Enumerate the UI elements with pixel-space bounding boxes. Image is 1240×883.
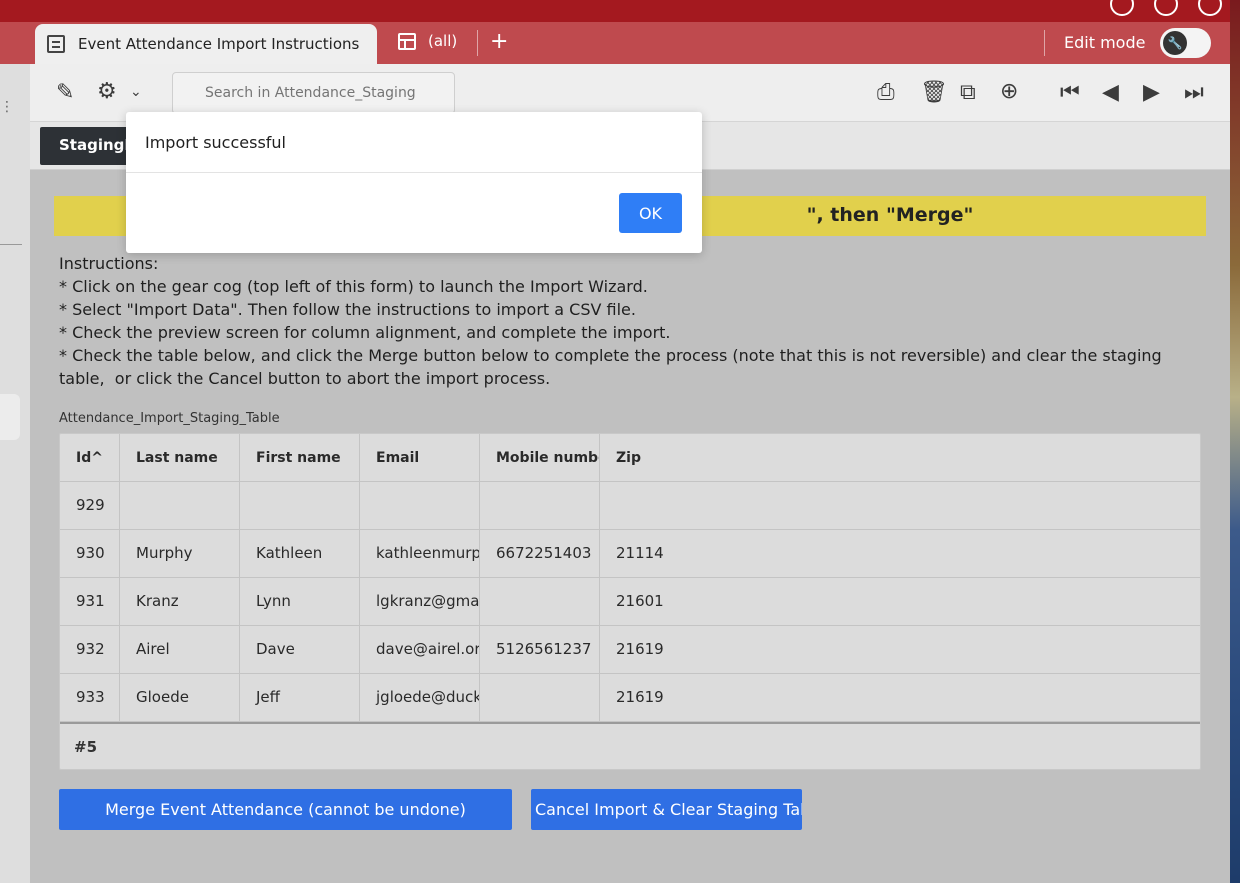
cell-mobile-number: 5126561237	[480, 626, 600, 674]
settings-icon[interactable]	[1110, 0, 1134, 16]
table-row[interactable]: 933 Gloede Jeff jgloede@duck 21619	[60, 674, 1200, 722]
edit-mode-label: Edit mode	[1064, 33, 1146, 52]
next-record-icon[interactable]: ▶	[1143, 81, 1160, 105]
cell-first-name	[240, 482, 360, 530]
previous-record-icon[interactable]: ◀	[1102, 81, 1119, 105]
duplicate-icon[interactable]: ⧉	[960, 81, 976, 105]
cancel-import-button[interactable]: Cancel Import & Clear Staging Table	[531, 789, 802, 830]
form-icon	[47, 35, 65, 53]
add-tab-button[interactable]: +	[490, 29, 508, 54]
column-header-email[interactable]: Email	[360, 434, 480, 482]
trash-icon[interactable]: 🗑	[920, 81, 948, 105]
cell-last-name: Gloede	[120, 674, 240, 722]
tab-all-label: (all)	[428, 32, 458, 50]
help-icon[interactable]	[1154, 0, 1178, 16]
instructions-text: Instructions: * Click on the gear cog (t…	[59, 254, 1162, 388]
gear-icon[interactable]: ⚙	[97, 80, 117, 104]
cell-zip: 21619	[616, 640, 664, 658]
cell-mobile-number	[480, 578, 600, 626]
cell-email: kathleenmurphy	[360, 530, 480, 578]
cell-id: 932	[60, 626, 120, 674]
cell-email	[360, 482, 480, 530]
column-header-last-name[interactable]: Last name	[120, 434, 240, 482]
merge-event-attendance-button[interactable]: Merge Event Attendance (cannot be undone…	[59, 789, 512, 830]
cell-email: jgloede@duck	[360, 674, 480, 722]
tab-all[interactable]: (all)	[398, 32, 457, 50]
form-content: ", then "Merge" Instructions: * Click on…	[30, 170, 1230, 883]
add-record-icon[interactable]: ⊕	[1000, 80, 1018, 104]
record-count: #5	[60, 722, 1200, 769]
top-bar	[0, 0, 1240, 22]
cell-email: lgkranz@gmail	[360, 578, 480, 626]
cell-last-name: Murphy	[120, 530, 240, 578]
tab-bar: Event Attendance Import Instructions (al…	[0, 22, 1230, 64]
edit-mode-toggle[interactable]: 🔧	[1160, 28, 1211, 58]
cell-last-name	[120, 482, 240, 530]
cell-id: 929	[60, 482, 120, 530]
table-row[interactable]: 931 Kranz Lynn lgkranz@gmail 21601	[60, 578, 1200, 626]
chevron-down-icon[interactable]: ⌄	[130, 80, 142, 104]
table-row[interactable]: 929	[60, 482, 1200, 530]
dialog-divider	[126, 172, 702, 173]
tab-divider	[1044, 30, 1045, 56]
left-sidebar: ⋮	[0, 64, 30, 883]
cell-last-name: Airel	[120, 626, 240, 674]
divider	[0, 244, 22, 245]
tab-divider	[477, 30, 478, 56]
sidebar-pill[interactable]	[0, 394, 20, 440]
dialog-message: Import successful	[145, 133, 286, 152]
print-icon[interactable]: ⎙	[877, 81, 895, 105]
cell-zip	[600, 482, 1200, 530]
cell-zip: 21114	[616, 544, 664, 562]
cell-mobile-number	[480, 482, 600, 530]
table-header-row: Id^ Last name First name Email Mobile nu…	[60, 434, 1200, 482]
ok-button[interactable]: OK	[619, 193, 682, 233]
edit-form-icon[interactable]: ✎	[56, 81, 74, 105]
alert-dialog: Import successful OK	[126, 112, 702, 253]
cell-zip: 21619	[616, 688, 664, 706]
search-input[interactable]	[172, 72, 455, 114]
cell-zip: 21601	[616, 592, 664, 610]
drag-handle-icon[interactable]: ⋮	[0, 100, 14, 114]
cell-mobile-number	[480, 674, 600, 722]
tab-label: Event Attendance Import Instructions	[78, 35, 360, 53]
cell-first-name: Jeff	[240, 674, 360, 722]
table-label: Attendance_Import_Staging_Table	[59, 411, 280, 426]
column-header-first-name[interactable]: First name	[240, 434, 360, 482]
banner-text: ", then "Merge"	[806, 204, 974, 226]
top-icons	[1110, 0, 1222, 16]
first-record-icon[interactable]: ⏮	[1060, 81, 1080, 105]
account-icon[interactable]	[1198, 0, 1222, 16]
wrench-icon: 🔧	[1163, 31, 1187, 55]
table-row[interactable]: 932 Airel Dave dave@airel.org 5126561237…	[60, 626, 1200, 674]
table-icon	[398, 32, 416, 50]
tab-event-attendance-import-instructions[interactable]: Event Attendance Import Instructions	[35, 24, 377, 64]
cell-first-name: Dave	[240, 626, 360, 674]
cell-first-name: Kathleen	[240, 530, 360, 578]
last-record-icon[interactable]: ⏭	[1184, 81, 1204, 105]
column-header-zip[interactable]: Zip	[600, 434, 1200, 482]
column-header-mobile-number[interactable]: Mobile number	[480, 434, 600, 482]
staging-table: Id^ Last name First name Email Mobile nu…	[59, 433, 1201, 770]
column-header-id[interactable]: Id^	[60, 434, 120, 482]
cell-mobile-number: 6672251403	[480, 530, 600, 578]
table-row[interactable]: 930 Murphy Kathleen kathleenmurphy 66722…	[60, 530, 1200, 578]
desktop-background	[1230, 0, 1240, 883]
cell-id: 930	[60, 530, 120, 578]
cell-last-name: Kranz	[120, 578, 240, 626]
cell-email: dave@airel.org	[360, 626, 480, 674]
cell-id: 933	[60, 674, 120, 722]
cell-first-name: Lynn	[240, 578, 360, 626]
cell-id: 931	[60, 578, 120, 626]
